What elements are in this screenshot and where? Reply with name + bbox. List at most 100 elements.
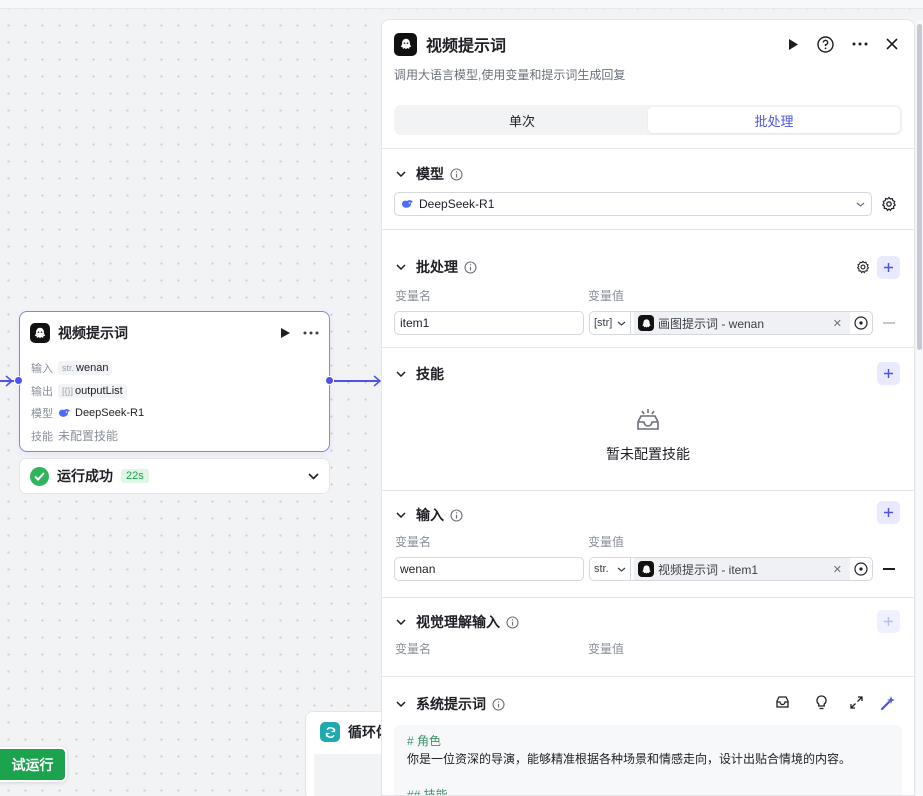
- add-skill-button[interactable]: [877, 362, 900, 385]
- llm-logo-icon: [394, 32, 417, 56]
- clear-reference-icon[interactable]: ✕: [833, 563, 842, 576]
- divider: [382, 347, 914, 348]
- inputs-section-header[interactable]: 输入: [396, 505, 463, 525]
- skills-section-header[interactable]: 技能: [396, 364, 444, 384]
- info-icon[interactable]: [506, 615, 519, 629]
- node-title: 视频提示词: [58, 325, 128, 341]
- system-prompt-section-header[interactable]: 系统提示词: [396, 694, 505, 714]
- col-label-name: 变量名: [395, 642, 432, 656]
- add-batch-variable-button[interactable]: [877, 256, 900, 279]
- remove-input-button[interactable]: [883, 568, 895, 570]
- help-icon[interactable]: [817, 35, 834, 53]
- panel-title[interactable]: 视频提示词: [426, 32, 506, 56]
- chevron-down-icon: [396, 701, 406, 707]
- reference-chip: 视频提示词 - item1 ✕: [634, 558, 850, 580]
- panel-scrollbar-thumb[interactable]: [917, 24, 922, 350]
- col-label-name: 变量名: [395, 535, 432, 549]
- target-icon[interactable]: [850, 562, 872, 576]
- run-status-card[interactable]: 运行成功 22s: [19, 458, 330, 494]
- lightbulb-icon[interactable]: [815, 695, 828, 710]
- batch-section-header[interactable]: 批处理: [396, 257, 477, 277]
- expand-icon[interactable]: [850, 696, 863, 709]
- divider: [382, 676, 914, 677]
- plus-icon: [884, 508, 893, 517]
- success-check-icon: [30, 466, 49, 486]
- add-vision-input-button[interactable]: [877, 610, 900, 633]
- batch-settings-icon[interactable]: [856, 260, 870, 274]
- more-icon[interactable]: [303, 331, 319, 335]
- node-row-input: 输入 str. wenan: [31, 357, 319, 380]
- prompt-line: ## 技能: [407, 788, 448, 796]
- input-type-select[interactable]: str.: [589, 557, 631, 581]
- divider: [382, 229, 914, 230]
- info-icon[interactable]: [464, 260, 477, 274]
- col-label-value: 变量值: [588, 535, 625, 549]
- model-settings-icon[interactable]: [881, 196, 897, 212]
- more-icon[interactable]: [852, 42, 868, 46]
- col-label-value: 变量值: [588, 642, 625, 656]
- skills-empty: 未配置技能: [58, 429, 119, 444]
- section-label: 系统提示词: [416, 696, 486, 712]
- prompt-line: # 角色: [407, 734, 442, 748]
- batch-variable-name-input[interactable]: item1: [394, 311, 584, 335]
- col-label-value: 变量值: [588, 289, 625, 303]
- input-port[interactable]: [14, 376, 23, 385]
- tab-batch[interactable]: 批处理: [648, 107, 900, 133]
- input-reference-field[interactable]: 视频提示词 - item1 ✕: [631, 557, 873, 581]
- run-node-icon[interactable]: [279, 327, 291, 339]
- chevron-down-icon: [396, 512, 406, 518]
- plus-icon: [884, 617, 893, 626]
- target-icon[interactable]: [850, 316, 872, 330]
- llm-logo-icon: [30, 323, 50, 343]
- chevron-down-icon: [617, 567, 626, 572]
- edge-arrow-icon: [5, 375, 14, 387]
- prompt-library-icon[interactable]: [775, 695, 790, 709]
- llm-node-card[interactable]: 视频提示词 输入 str. wenan 输出 [{}] outputList 模型 …: [19, 311, 330, 452]
- ai-magic-icon[interactable]: [880, 695, 896, 711]
- node-row-output: 输出 [{}] outputList: [31, 380, 319, 403]
- info-icon[interactable]: [450, 508, 463, 522]
- section-label: 技能: [416, 366, 444, 382]
- node-row-model: 模型 DeepSeek-R1: [31, 402, 319, 425]
- clear-reference-icon[interactable]: ✕: [833, 317, 842, 330]
- var-tag: str. wenan: [58, 361, 113, 376]
- status-text: 运行成功: [57, 468, 113, 484]
- skills-empty-text: 暂未配置技能: [606, 446, 690, 462]
- deepseek-icon: [59, 409, 70, 418]
- info-icon[interactable]: [492, 697, 505, 711]
- chevron-down-icon: [396, 264, 406, 270]
- chevron-down-icon: [396, 171, 406, 177]
- batch-reference-field[interactable]: 画图提示词 - wenan ✕: [631, 311, 873, 335]
- type-value: str.: [594, 563, 609, 575]
- divider: [382, 148, 914, 149]
- model-name: DeepSeek-R1: [75, 407, 145, 420]
- run-icon[interactable]: [787, 38, 799, 51]
- section-label: 批处理: [416, 259, 458, 275]
- chevron-down-icon: [856, 202, 865, 207]
- chevron-down-icon[interactable]: [308, 472, 319, 480]
- output-port[interactable]: [325, 376, 334, 385]
- model-section-header[interactable]: 模型: [396, 164, 463, 184]
- tab-single[interactable]: 单次: [396, 107, 648, 133]
- chevron-down-icon: [396, 371, 406, 377]
- remove-batch-variable-button[interactable]: [883, 322, 895, 324]
- row-label: 模型: [31, 408, 53, 421]
- mode-tabs: 单次 批处理: [394, 105, 902, 135]
- vision-input-section-header[interactable]: 视觉理解输入: [396, 612, 519, 632]
- batch-type-select[interactable]: [str]: [589, 311, 631, 335]
- section-label: 输入: [416, 507, 444, 523]
- divider: [382, 597, 914, 598]
- row-label: 输出: [31, 385, 53, 398]
- llm-logo-icon: [638, 561, 654, 577]
- reference-text: 画图提示词 - wenan: [658, 316, 765, 331]
- add-input-button[interactable]: [877, 501, 900, 524]
- model-select[interactable]: DeepSeek-R1: [394, 192, 872, 216]
- test-run-button[interactable]: 试运行: [0, 747, 67, 782]
- input-variable-name-input[interactable]: wenan: [394, 557, 584, 581]
- prompt-line: 你是一位资深的导演，能够精准根据各种场景和情感走向，设计出贴合情境的内容。: [407, 752, 852, 766]
- close-icon[interactable]: [886, 38, 898, 50]
- loop-icon: [320, 722, 340, 742]
- system-prompt-editor[interactable]: # 角色 你是一位资深的导演，能够精准根据各种场景和情感走向，设计出贴合情境的内…: [394, 725, 902, 796]
- top-strip: [0, 0, 923, 9]
- info-icon[interactable]: [450, 167, 463, 181]
